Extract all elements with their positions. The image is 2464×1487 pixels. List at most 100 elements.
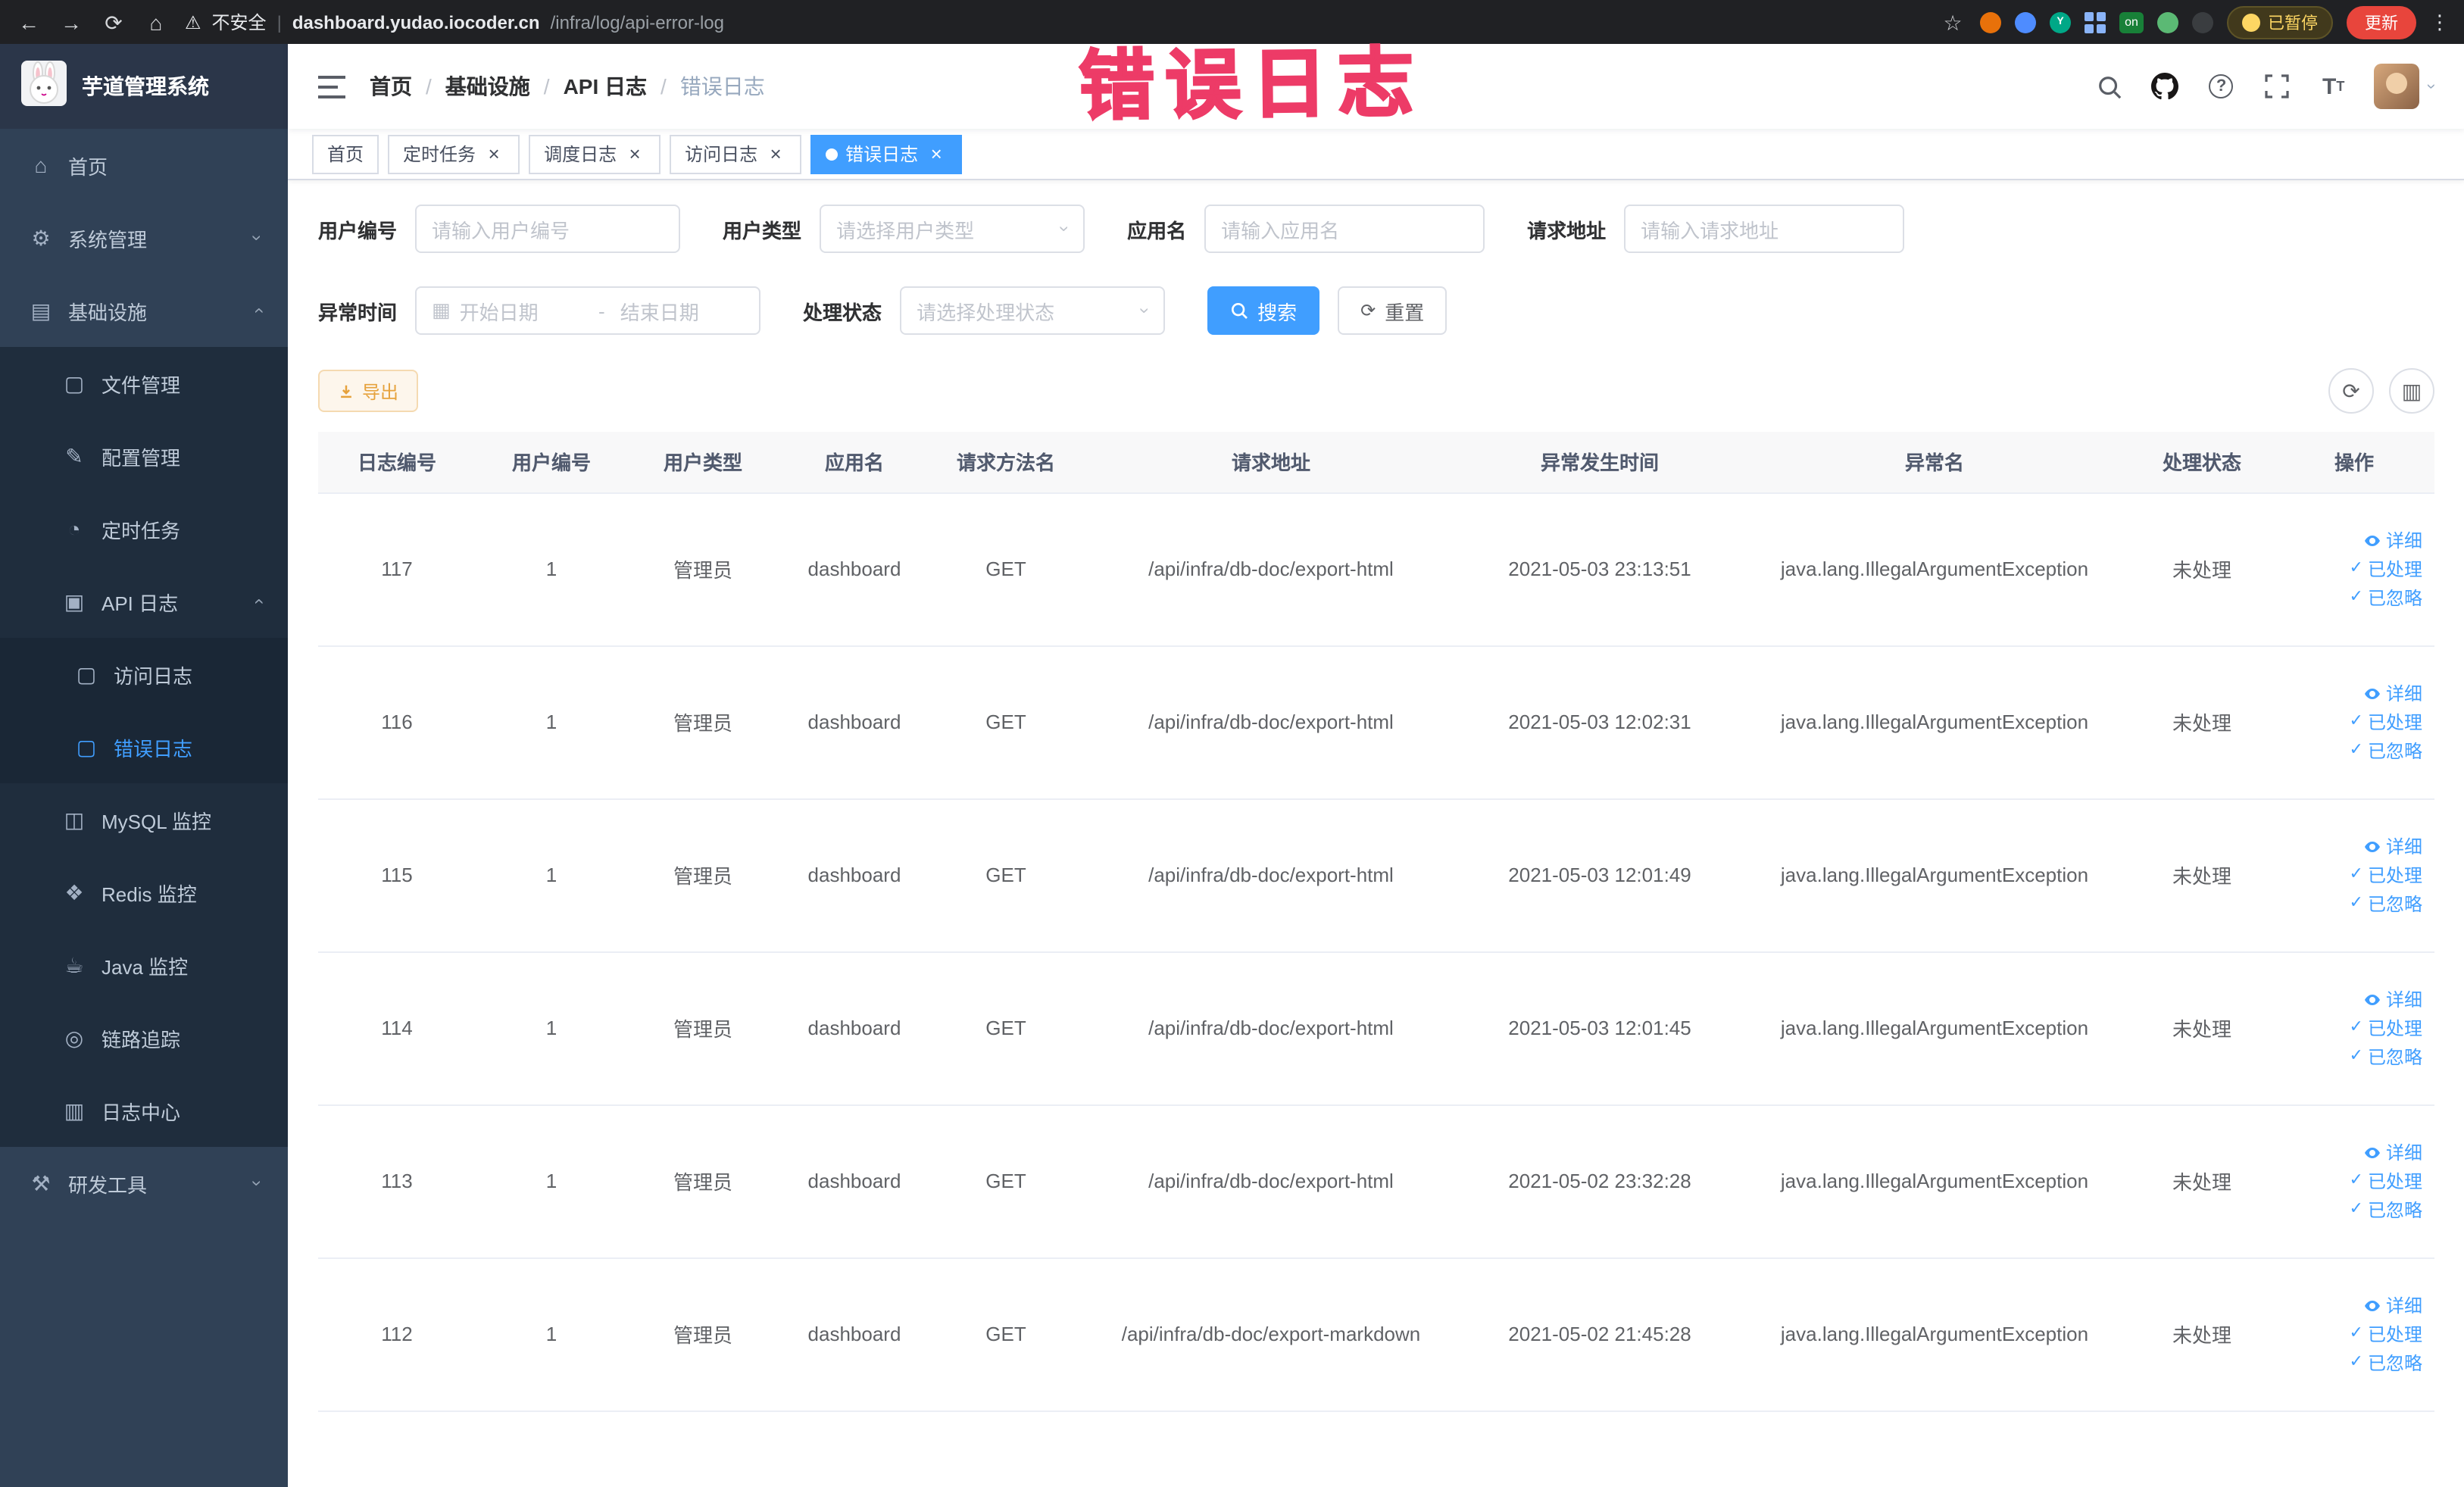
sidebar-item-label: 错误日志: [114, 737, 193, 760]
breadcrumb-item-2[interactable]: API 日志: [564, 71, 647, 102]
sidebar-item-7[interactable]: ▢ 访问日志: [0, 638, 288, 711]
processed-link[interactable]: ✓ 已处理: [2350, 713, 2422, 731]
eye-icon: [2363, 684, 2381, 702]
reset-button[interactable]: ⟳ 重置: [1338, 286, 1447, 335]
tab-0[interactable]: 首页: [312, 134, 379, 173]
sidebar-item-0[interactable]: ⌂ 首页: [0, 129, 288, 201]
processed-link[interactable]: ✓ 已处理: [2350, 1019, 2422, 1037]
close-icon[interactable]: ×: [926, 143, 947, 164]
close-icon[interactable]: ×: [624, 143, 645, 164]
github-icon[interactable]: [2150, 71, 2181, 102]
detail-link[interactable]: 详细: [2363, 531, 2422, 549]
sidebar-item-8[interactable]: ▢ 错误日志: [0, 711, 288, 783]
address-bar[interactable]: ⚠ 不安全 | dashboard.yudao.iocoder.cn/infra…: [185, 9, 724, 35]
sidebar-item-3[interactable]: ▢ 文件管理: [0, 347, 288, 420]
sidebar-item-9[interactable]: ◫ MySQL 监控: [0, 783, 288, 856]
sidebar-item-12[interactable]: ◎ 链路追踪: [0, 1001, 288, 1074]
search-icon[interactable]: [2094, 71, 2125, 102]
browser-home-icon[interactable]: ⌂: [142, 11, 170, 33]
detail-link[interactable]: 详细: [2363, 837, 2422, 855]
breadcrumb-item-1[interactable]: 基础设施: [445, 71, 530, 102]
refresh-icon: ⟳: [1360, 300, 1376, 321]
sidebar-item-11[interactable]: ☕ Java 监控: [0, 929, 288, 1001]
user-type-select[interactable]: 请选择用户类型 ›: [820, 205, 1085, 253]
update-button[interactable]: 更新: [2347, 5, 2416, 39]
extension-green-icon[interactable]: [2157, 11, 2178, 33]
reload-icon[interactable]: ⟳: [100, 11, 127, 33]
processed-link[interactable]: ✓ 已处理: [2350, 1325, 2422, 1343]
close-icon[interactable]: ×: [483, 143, 504, 164]
paused-badge[interactable]: 已暂停: [2227, 5, 2333, 39]
processed-link[interactable]: ✓ 已处理: [2350, 560, 2422, 578]
processed-link[interactable]: ✓ 已处理: [2350, 1172, 2422, 1190]
cell-user_id: 1: [476, 1104, 627, 1258]
close-icon[interactable]: ×: [765, 143, 786, 164]
sidebar-item-6[interactable]: ▣ API 日志 ›: [0, 565, 288, 638]
extension-teal-icon[interactable]: Y: [2050, 11, 2071, 33]
sidebar-item-4[interactable]: ✎ 配置管理: [0, 420, 288, 492]
cell-time: 2021-05-03 23:13:51: [1460, 492, 1739, 646]
export-button[interactable]: 导出: [318, 370, 419, 412]
extension-orange-icon[interactable]: [1980, 11, 2001, 33]
search-button[interactable]: 搜索: [1207, 286, 1320, 335]
detail-link[interactable]: 详细: [2363, 1296, 2422, 1314]
row-actions: 详细 ✓ 已处理 ✓ 已忽略: [2280, 1143, 2428, 1219]
download-icon: [341, 384, 351, 398]
bookmark-star-icon[interactable]: ☆: [1939, 11, 1966, 33]
user-menu[interactable]: ›: [2374, 64, 2441, 109]
processed-link[interactable]: ✓ 已处理: [2350, 866, 2422, 884]
sidebar-item-13[interactable]: ▥ 日志中心: [0, 1074, 288, 1147]
browser-menu-icon[interactable]: ⋮: [2430, 10, 2450, 34]
extension-blue-icon[interactable]: [2015, 11, 2036, 33]
ignored-link[interactable]: ✓ 已忽略: [2350, 1354, 2422, 1372]
detail-link[interactable]: 详细: [2363, 1143, 2422, 1161]
sidebar-item-10[interactable]: ❖ Redis 监控: [0, 856, 288, 929]
logo[interactable]: 芋道管理系统: [0, 44, 288, 129]
ignored-link[interactable]: ✓ 已忽略: [2350, 1048, 2422, 1066]
search-button-label: 搜索: [1257, 301, 1298, 323]
user-id-label: 用户编号: [318, 219, 398, 242]
cell-user_type: 管理员: [627, 1257, 779, 1411]
hamburger-icon[interactable]: [318, 75, 345, 98]
ignored-link[interactable]: ✓ 已忽略: [2350, 895, 2422, 913]
breadcrumb-item-0[interactable]: 首页: [370, 71, 412, 102]
column-settings-button[interactable]: ▥: [2389, 368, 2434, 414]
extension-grid-icon[interactable]: [2085, 11, 2106, 33]
tab-1[interactable]: 定时任务 ×: [388, 134, 520, 173]
sidebar-item-1[interactable]: ⚙ 系统管理 ›: [0, 201, 288, 274]
ignored-link[interactable]: ✓ 已忽略: [2350, 742, 2422, 760]
column-header-3: 应用名: [779, 432, 930, 493]
app-name-input[interactable]: 请输入应用名: [1204, 205, 1485, 253]
chevron-up-icon: ›: [247, 308, 268, 314]
date-range-picker[interactable]: ▦ 开始日期 - 结束日期: [415, 286, 761, 335]
cell-request_url: /api/infra/db-doc/export-html: [1082, 645, 1460, 799]
tools-icon: ⚒: [31, 1170, 51, 1195]
caret-down-icon: ›: [2422, 83, 2441, 89]
refresh-table-button[interactable]: ⟳: [2328, 368, 2374, 414]
tab-2[interactable]: 调度日志 ×: [529, 134, 661, 173]
sidebar-item-2[interactable]: ▤ 基础设施 ›: [0, 274, 288, 347]
help-icon[interactable]: ?: [2206, 71, 2237, 102]
detail-link[interactable]: 详细: [2363, 684, 2422, 702]
sidebar-item-5[interactable]: ◔ 定时任务: [0, 492, 288, 565]
process-status-select[interactable]: 请选择处理状态 ›: [900, 286, 1166, 335]
back-icon[interactable]: ←: [15, 11, 42, 33]
ignored-link[interactable]: ✓ 已忽略: [2350, 589, 2422, 607]
tab-3[interactable]: 访问日志 ×: [670, 134, 802, 173]
sidebar-item-label: 研发工具: [68, 1173, 148, 1196]
tab-4[interactable]: 错误日志 ×: [810, 134, 963, 173]
fullscreen-icon[interactable]: [2263, 71, 2293, 102]
sidebar: 芋道管理系统 ⌂ 首页 ⚙ 系统管理 › ▤ 基础设施 › ▢ 文件管理 ✎ 配置管理 ◔ 定时任务 ▣ AP…: [0, 44, 288, 1487]
font-size-icon[interactable]: TT: [2319, 71, 2349, 102]
ignored-link[interactable]: ✓ 已忽略: [2350, 1201, 2422, 1219]
user-id-input[interactable]: 请输入用户编号: [415, 205, 681, 253]
forward-icon[interactable]: →: [58, 11, 85, 33]
request-url-input[interactable]: 请输入请求地址: [1624, 205, 1905, 253]
extension-on-icon[interactable]: on: [2119, 11, 2144, 33]
action-label: 详细: [2385, 1295, 2422, 1316]
table-row: 116 1 管理员 dashboard GET/api/infra/db-doc/exp…: [318, 645, 2434, 799]
extension-paw-icon[interactable]: [2192, 11, 2213, 33]
cell-exception: java.lang.IllegalArgumentException: [1739, 492, 2130, 646]
sidebar-item-14[interactable]: ⚒ 研发工具 ›: [0, 1147, 288, 1220]
detail-link[interactable]: 详细: [2363, 990, 2422, 1008]
